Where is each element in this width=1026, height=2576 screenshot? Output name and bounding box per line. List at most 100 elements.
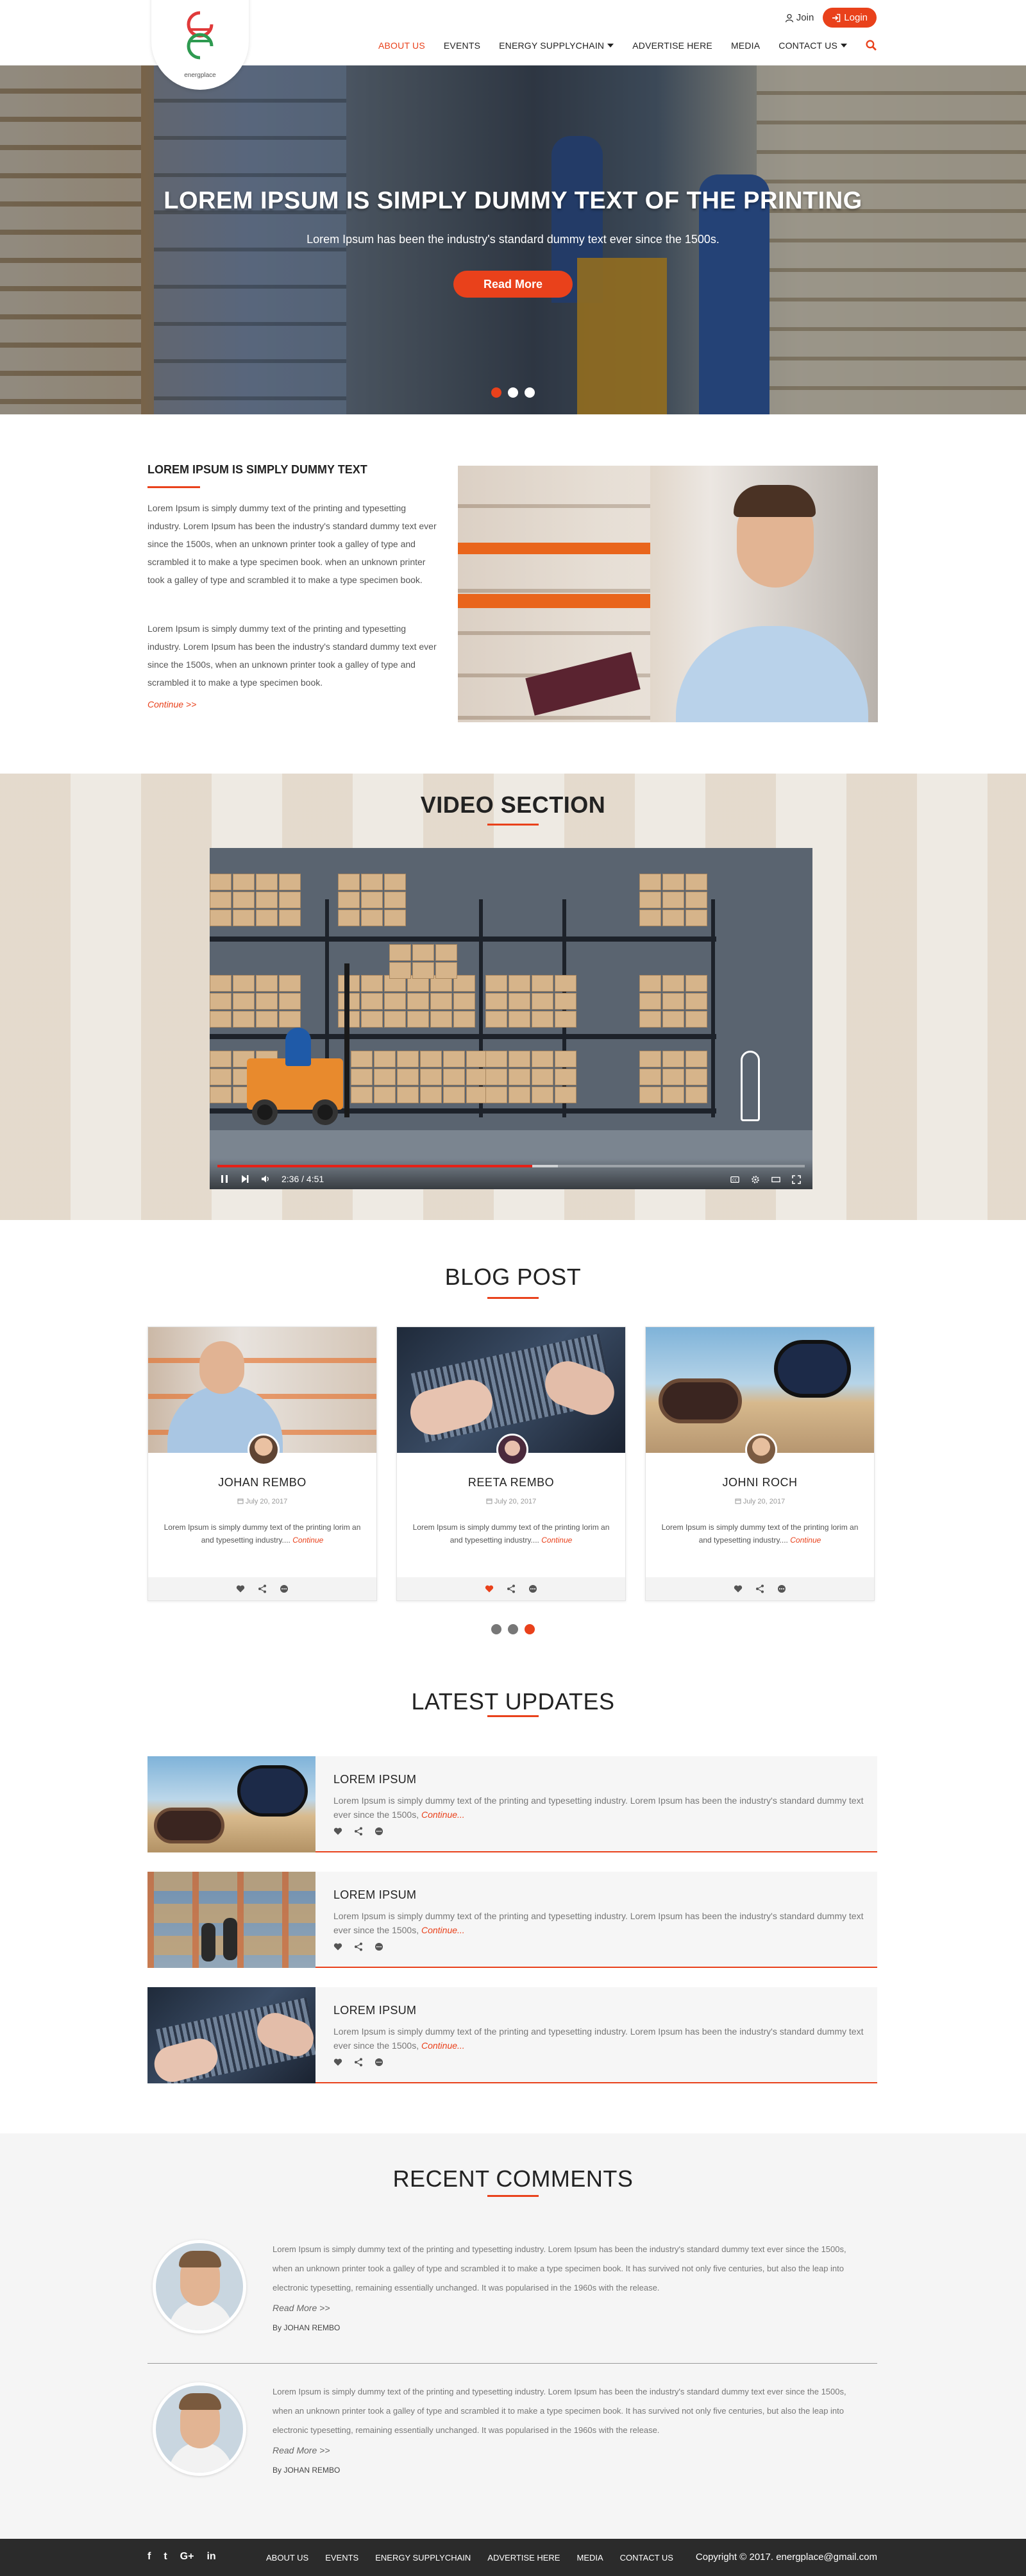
- cardboard-box: [639, 874, 661, 890]
- author-avatar: [745, 1434, 777, 1466]
- continue-link[interactable]: Continue >>: [147, 699, 196, 709]
- cardboard-box: [384, 993, 406, 1010]
- share-icon[interactable]: [507, 1584, 516, 1593]
- cardboard-box: [685, 910, 707, 926]
- slide-dot[interactable]: [508, 387, 518, 398]
- cardboard-box: [435, 944, 457, 961]
- title-underline: [487, 1715, 539, 1717]
- cardboard-box: [662, 910, 684, 926]
- comment-icon[interactable]: [528, 1584, 537, 1593]
- captions-icon[interactable]: CC: [730, 1175, 739, 1184]
- pager-dot[interactable]: [525, 1624, 535, 1634]
- continue-link[interactable]: Continue: [790, 1536, 821, 1545]
- nav-item-advertise-here[interactable]: ADVERTISE HERE: [632, 40, 712, 51]
- comment-icon[interactable]: [374, 2058, 383, 2067]
- slide-dot[interactable]: [491, 387, 501, 398]
- continue-link[interactable]: Continue...: [421, 1809, 465, 1820]
- fullscreen-icon[interactable]: [792, 1175, 801, 1184]
- cardboard-box: [210, 892, 231, 908]
- update-item[interactable]: LOREM IPSUM Lorem Ipsum is simply dummy …: [147, 1756, 877, 1852]
- continue-link[interactable]: Continue...: [421, 2040, 465, 2051]
- continue-link[interactable]: Continue: [541, 1536, 572, 1545]
- heart-icon[interactable]: [333, 1942, 342, 1951]
- login-button[interactable]: Login: [823, 8, 877, 28]
- nav-label: ABOUT US: [378, 40, 425, 51]
- share-icon[interactable]: [755, 1584, 764, 1593]
- twitter-icon[interactable]: t: [164, 2551, 167, 2563]
- next-icon[interactable]: [240, 1174, 249, 1183]
- linkedin-icon[interactable]: in: [206, 2551, 215, 2563]
- video-player[interactable]: 2:36 / 4:51 CC: [210, 848, 812, 1189]
- pager-dot[interactable]: [508, 1624, 518, 1634]
- cardboard-box: [374, 1087, 396, 1103]
- nav-item-events[interactable]: EVENTS: [444, 40, 480, 51]
- footer-link-about-us[interactable]: ABOUT US: [266, 2553, 308, 2563]
- cardboard-box: [420, 1087, 442, 1103]
- nav-item-energy-supplychain[interactable]: ENERGY SUPPLYCHAIN: [499, 40, 614, 51]
- logo[interactable]: energplace: [151, 0, 249, 90]
- comment-icon[interactable]: [374, 1827, 383, 1836]
- share-icon[interactable]: [354, 1827, 363, 1836]
- cardboard-box: [662, 975, 684, 992]
- heart-icon[interactable]: [333, 2058, 342, 2067]
- comment-icon[interactable]: [777, 1584, 786, 1593]
- hero-subtitle: Lorem Ipsum has been the industry's stan…: [307, 233, 719, 246]
- facebook-icon[interactable]: f: [147, 2551, 151, 2563]
- nav-label: MEDIA: [730, 40, 761, 51]
- cardboard-box: [555, 1011, 576, 1028]
- update-text: Lorem Ipsum is simply dummy text of the …: [333, 1793, 866, 1822]
- cardboard-box: [639, 910, 661, 926]
- theater-mode-icon[interactable]: [771, 1175, 780, 1184]
- cardboard-box: [420, 1051, 442, 1067]
- blog-card[interactable]: JOHNI ROCH July 20, 2017 Lorem Ipsum is …: [645, 1326, 875, 1601]
- nav-item-media[interactable]: MEDIA: [731, 40, 760, 51]
- comment-text: Lorem Ipsum is simply dummy text of the …: [273, 2244, 846, 2292]
- cardboard-box: [384, 1011, 406, 1028]
- blog-pager: [491, 1624, 535, 1634]
- footer-link-advertise-here[interactable]: ADVERTISE HERE: [487, 2553, 560, 2563]
- heart-icon[interactable]: [485, 1584, 494, 1593]
- cardboard-box: [555, 1051, 576, 1067]
- avatar-hair: [179, 2393, 221, 2410]
- continue-link[interactable]: Continue...: [421, 1925, 465, 1935]
- user-icon: [785, 13, 793, 22]
- comment-icon[interactable]: [280, 1584, 289, 1593]
- blog-card[interactable]: REETA REMBO July 20, 2017 Lorem Ipsum is…: [396, 1326, 626, 1601]
- google-plus-icon[interactable]: G+: [180, 2551, 194, 2563]
- cardboard-box: [555, 975, 576, 992]
- join-link[interactable]: Join: [785, 12, 814, 23]
- share-icon[interactable]: [354, 2058, 363, 2067]
- heart-icon[interactable]: [734, 1584, 743, 1593]
- continue-link[interactable]: Continue: [292, 1536, 323, 1545]
- update-item[interactable]: LOREM IPSUM Lorem Ipsum is simply dummy …: [147, 1872, 877, 1968]
- pager-dot[interactable]: [491, 1624, 501, 1634]
- post-excerpt: Lorem Ipsum is simply dummy text of the …: [659, 1521, 861, 1546]
- read-more-link[interactable]: Read More >>: [273, 2445, 330, 2455]
- slide-dot[interactable]: [525, 387, 535, 398]
- cardboard-box: [662, 1087, 684, 1103]
- nav-item-about-us[interactable]: ABOUT US: [378, 40, 425, 51]
- cardboard-box: [662, 874, 684, 890]
- comment-icon[interactable]: [374, 1942, 383, 1951]
- nav-item-contact-us[interactable]: CONTACT US: [778, 40, 847, 51]
- post-date: July 20, 2017: [397, 1498, 625, 1505]
- footer-link-energy-supplychain[interactable]: ENERGY SUPPLYCHAIN: [375, 2553, 471, 2563]
- logo-text: energplace: [184, 72, 216, 79]
- blog-card[interactable]: JOHAN REMBO July 20, 2017 Lorem Ipsum is…: [147, 1326, 377, 1601]
- video-progress-bar[interactable]: [217, 1165, 805, 1167]
- pause-icon[interactable]: [220, 1174, 229, 1183]
- footer-link-media[interactable]: MEDIA: [576, 2553, 603, 2563]
- update-item[interactable]: LOREM IPSUM Lorem Ipsum is simply dummy …: [147, 1987, 877, 2083]
- footer-link-contact-us[interactable]: CONTACT US: [620, 2553, 673, 2563]
- heart-icon[interactable]: [333, 1827, 342, 1836]
- share-icon[interactable]: [354, 1942, 363, 1951]
- share-icon[interactable]: [258, 1584, 267, 1593]
- volume-icon[interactable]: [261, 1174, 270, 1183]
- footer-link-events[interactable]: EVENTS: [325, 2553, 358, 2563]
- read-more-link[interactable]: Read More >>: [273, 2303, 330, 2313]
- search-icon[interactable]: [866, 40, 877, 51]
- heart-icon[interactable]: [236, 1584, 245, 1593]
- read-more-button[interactable]: Read More: [453, 271, 573, 298]
- cardboard-box: [662, 1069, 684, 1085]
- settings-gear-icon[interactable]: [751, 1175, 760, 1184]
